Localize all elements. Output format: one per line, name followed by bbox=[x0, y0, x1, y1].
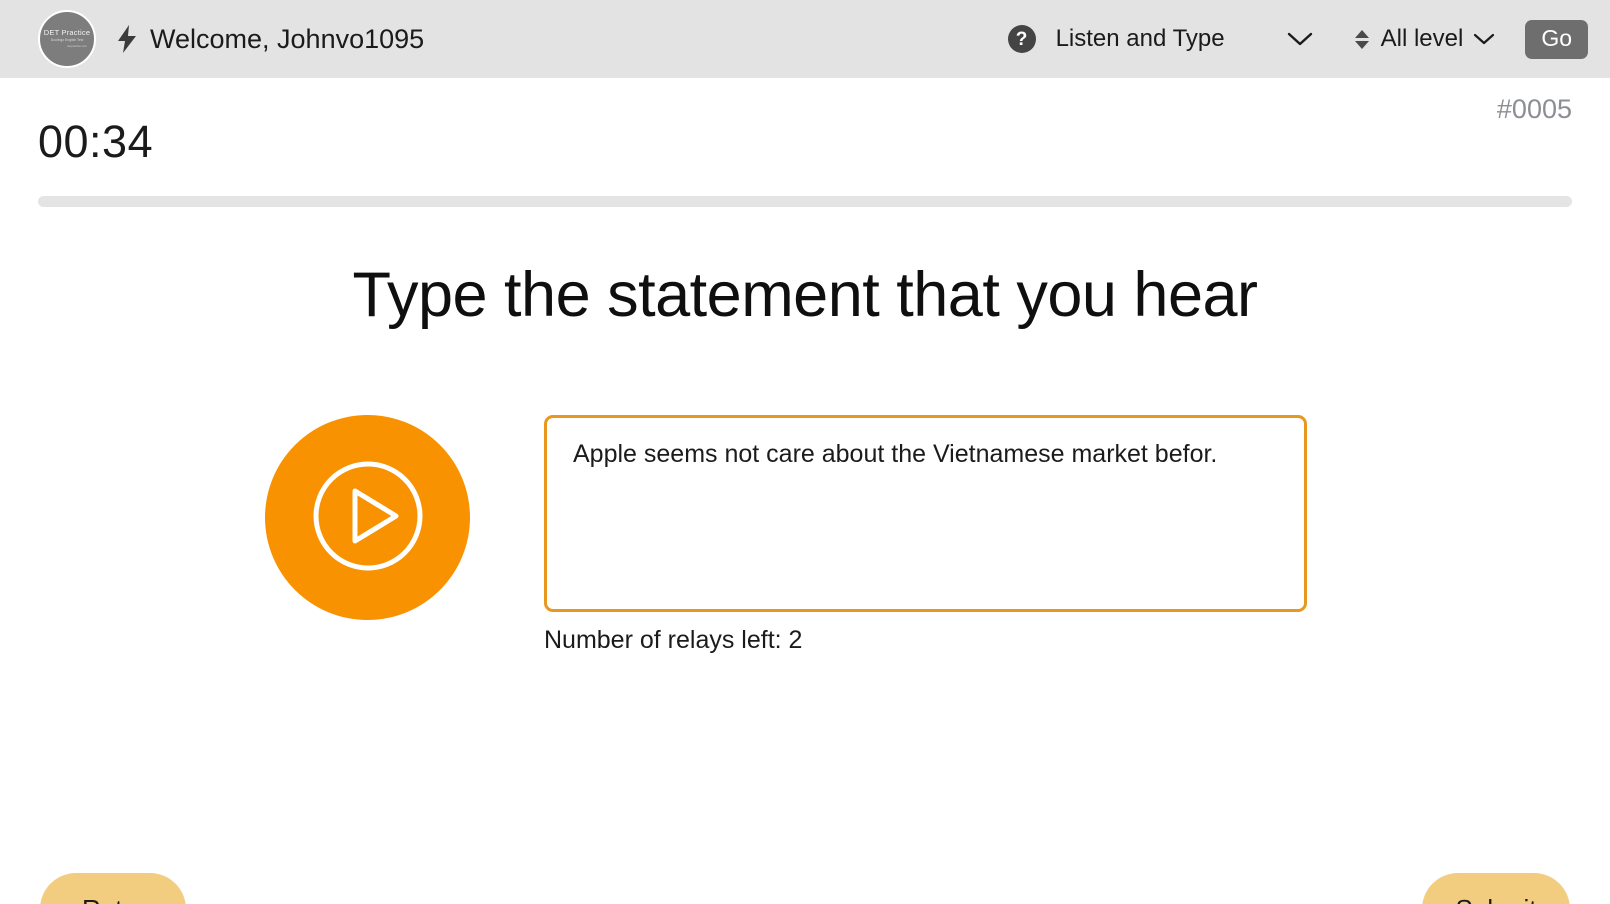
retry-button[interactable]: Retry bbox=[40, 873, 186, 904]
mode-select[interactable]: Listen and Type bbox=[1036, 25, 1313, 53]
header-controls: ? Listen and Type All level Go bbox=[1007, 0, 1588, 78]
play-audio-button[interactable] bbox=[265, 415, 470, 620]
go-button[interactable]: Go bbox=[1525, 19, 1588, 59]
triangle-up-icon bbox=[1354, 29, 1369, 38]
page-title: Type the statement that you hear bbox=[352, 260, 1258, 330]
answer-input[interactable] bbox=[544, 415, 1307, 612]
triangle-down-icon bbox=[1354, 40, 1369, 49]
mode-select-label: Listen and Type bbox=[1055, 25, 1225, 52]
help-icon[interactable]: ? bbox=[1007, 25, 1036, 53]
progress-bar-track bbox=[38, 196, 1572, 207]
logo-sub-text: Duolingo English Test bbox=[50, 38, 84, 43]
level-select-label: All level bbox=[1380, 25, 1464, 52]
question-number-badge: #0005 bbox=[1496, 94, 1572, 124]
main-content: Type the statement that you hear Number … bbox=[0, 259, 1610, 873]
logo-main-text: DET Practice bbox=[43, 28, 91, 38]
relays-left-text: Number of relays left: 2 bbox=[544, 626, 803, 654]
countdown-timer: 00:34 bbox=[38, 116, 154, 167]
play-circle-icon bbox=[310, 458, 426, 577]
lightning-bolt-icon bbox=[116, 25, 138, 53]
status-row: 00:34 #0005 bbox=[0, 78, 1610, 196]
answer-column: Number of relays left: 2 bbox=[544, 415, 1307, 655]
welcome-message: Welcome, Johnvo1095 bbox=[150, 23, 425, 54]
logo-sub-text-2: detpractice.com bbox=[67, 43, 87, 48]
sort-updown-icon[interactable] bbox=[1354, 29, 1369, 49]
answer-area: Number of relays left: 2 bbox=[0, 415, 1610, 655]
app-logo: DET Practice Duolingo English Test detpr… bbox=[38, 10, 96, 68]
chevron-down-icon[interactable] bbox=[1287, 31, 1313, 47]
app-header: DET Practice Duolingo English Test detpr… bbox=[0, 0, 1610, 78]
level-select[interactable]: All level bbox=[1369, 25, 1496, 53]
chevron-down-icon[interactable] bbox=[1473, 32, 1495, 46]
submit-button[interactable]: Submit bbox=[1422, 873, 1570, 904]
footer-actions: Retry Submit bbox=[0, 873, 1610, 904]
brand-group: DET Practice Duolingo English Test detpr… bbox=[0, 10, 424, 68]
